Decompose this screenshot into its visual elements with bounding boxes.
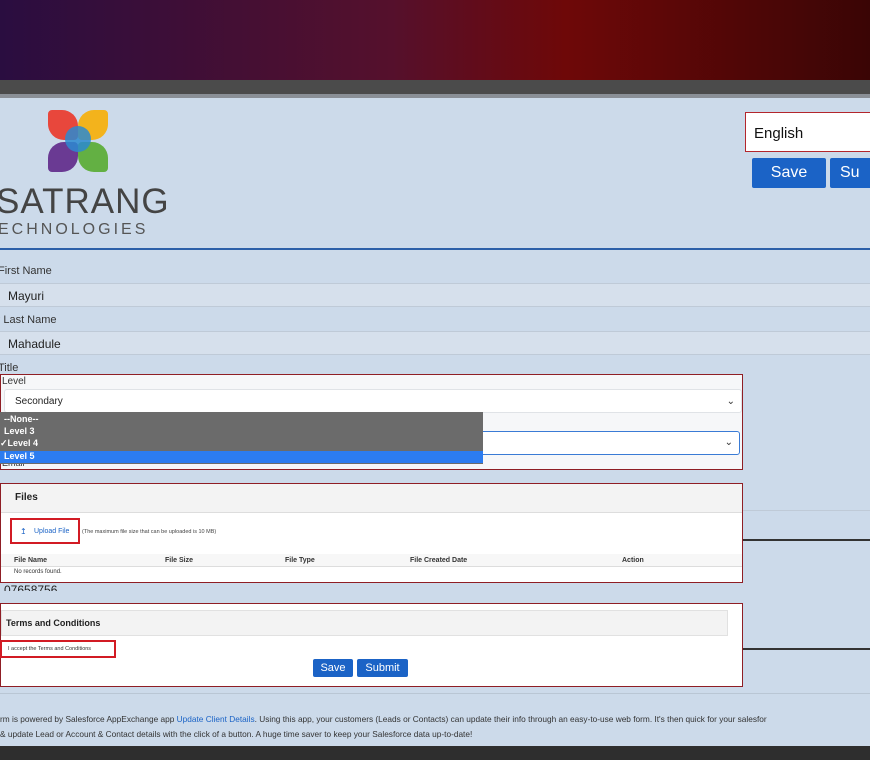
dropdown-option-level4[interactable]: ✓Level 4 xyxy=(0,438,38,449)
files-title: Files xyxy=(15,492,38,503)
footer-band xyxy=(0,746,870,760)
files-header xyxy=(1,484,742,513)
title-label: Title xyxy=(0,362,19,374)
col-action: Action xyxy=(622,557,644,564)
brand-name: SATRANG xyxy=(0,182,170,221)
upload-icon: ↥ xyxy=(20,527,27,536)
brand-subtitle: ECHNOLOGIES xyxy=(0,221,149,238)
header-rule xyxy=(0,248,870,250)
last-name-field[interactable]: Mahadule xyxy=(0,331,870,355)
no-records-text: No records found. xyxy=(14,569,62,575)
footer-text-3: & update Lead or Account & Contact detai… xyxy=(0,729,473,739)
first-name-label: First Name xyxy=(0,265,52,277)
first-name-value: Mayuri xyxy=(8,289,45,303)
terms-header xyxy=(1,610,728,636)
level-select[interactable]: Secondary ⌄ xyxy=(4,389,742,413)
footer-rule xyxy=(0,693,870,694)
submit-button-top[interactable]: Su xyxy=(830,158,870,188)
max-size-note: (The maximum file size that can be uploa… xyxy=(82,529,217,535)
accept-terms-checkbox[interactable]: I accept the Terms and Conditions xyxy=(0,640,116,658)
submit-button[interactable]: Submit xyxy=(357,659,408,677)
row-divider xyxy=(743,648,870,650)
accept-terms-label: I accept the Terms and Conditions xyxy=(8,646,92,652)
last-name-label: * Last Name xyxy=(0,314,57,326)
col-file-type: File Type xyxy=(285,557,315,564)
header-banner xyxy=(0,0,870,80)
phone-value-partial: 07658756 xyxy=(4,583,58,591)
col-file-name: File Name xyxy=(14,557,48,564)
language-value: English xyxy=(754,125,804,142)
last-name-value: Mahadule xyxy=(8,337,61,351)
col-file-created: File Created Date xyxy=(410,557,468,564)
upload-file-button[interactable]: ↥ Upload File xyxy=(10,518,80,544)
footer-text-1: rm is powered by Salesforce AppExchange … xyxy=(0,714,177,724)
dropdown-option-level5[interactable]: Level 5 xyxy=(4,451,35,461)
col-file-size: File Size xyxy=(165,557,194,564)
update-client-details-link[interactable]: Update Client Details xyxy=(177,714,255,724)
dropdown-option-level3[interactable]: Level 3 xyxy=(4,426,35,436)
footer-text-2: . Using this app, your customers (Leads … xyxy=(254,714,767,724)
save-button-top[interactable]: Save xyxy=(752,158,826,188)
chevron-down-icon: ⌄ xyxy=(724,437,733,448)
chevron-down-icon: ⌄ xyxy=(726,396,735,407)
terms-title: Terms and Conditions xyxy=(6,618,101,628)
footer-text: rm is powered by Salesforce AppExchange … xyxy=(0,712,870,742)
upload-file-label: Upload File xyxy=(34,528,70,535)
row-divider xyxy=(743,510,870,511)
first-name-field[interactable]: Mayuri xyxy=(0,283,870,307)
dropdown-highlight xyxy=(0,451,483,463)
dropdown-option-none[interactable]: --None-- xyxy=(4,414,39,424)
row-divider xyxy=(743,539,870,541)
save-button[interactable]: Save xyxy=(313,659,353,677)
language-select[interactable]: English xyxy=(745,112,870,152)
level-select-value: Secondary xyxy=(15,396,63,407)
logo xyxy=(46,110,110,174)
level-label: Level xyxy=(2,376,26,387)
